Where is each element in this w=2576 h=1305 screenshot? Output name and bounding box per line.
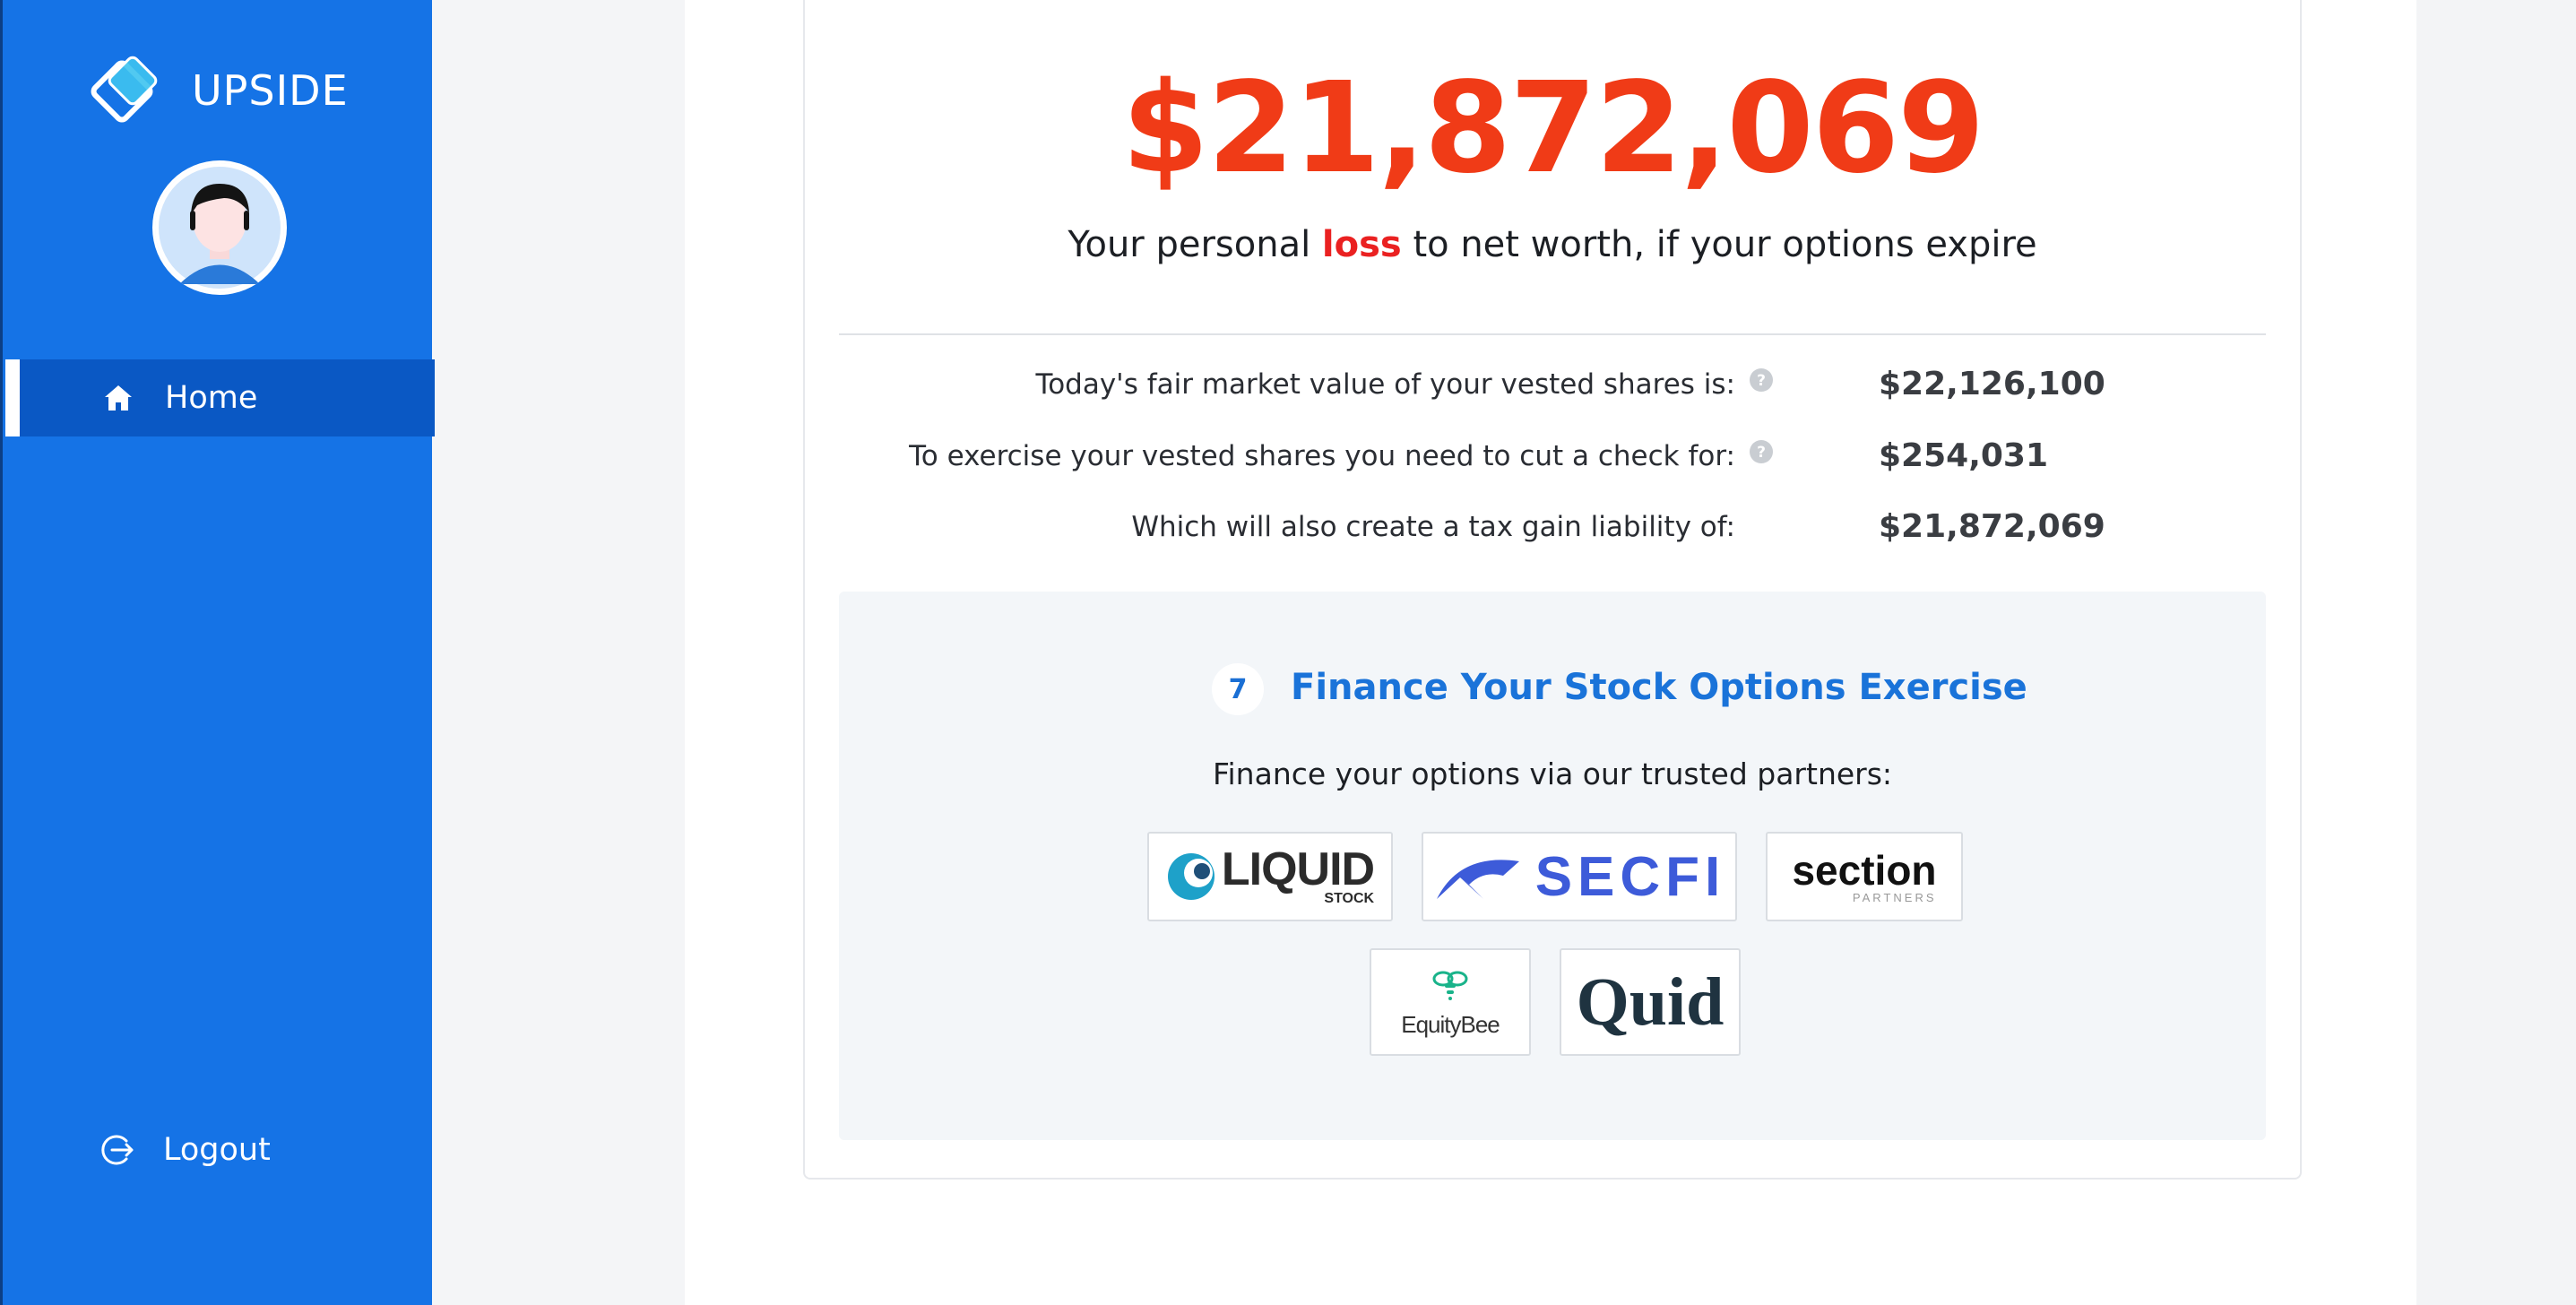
partner-name: section [1792, 850, 1936, 891]
partner-name: SECFI [1534, 845, 1726, 908]
row-value: $254,031 [1879, 437, 2049, 474]
partner-name-text: section [1792, 846, 1937, 894]
row-label: Which will also create a tax gain liabil… [1131, 511, 1735, 543]
home-icon [105, 385, 132, 411]
partner-quid[interactable]: Quid [1560, 948, 1741, 1056]
sidebar-item-label: Home [165, 380, 258, 416]
row-label: Today's fair market value of your vested… [1035, 368, 1735, 401]
finance-section: 7 Finance Your Stock Options Exercise Fi… [839, 592, 2266, 1140]
partner-secfi[interactable]: SECFI [1422, 832, 1737, 921]
finance-title: Finance Your Stock Options Exercise [1291, 667, 2027, 708]
liquid-logo-icon [1167, 853, 1215, 900]
svg-text:?: ? [1757, 372, 1766, 390]
loss-caption-before: Your personal [1068, 224, 1322, 265]
avatar-icon [155, 163, 284, 292]
bee-icon [1432, 971, 1468, 1000]
loss-caption-after: to net worth, if your options expire [1401, 224, 2037, 265]
loss-caption-highlight: loss [1321, 224, 1402, 265]
partner-name: EquityBee [1401, 1010, 1500, 1038]
upside-logo-icon [91, 56, 158, 123]
logout-icon [101, 1135, 134, 1165]
svg-text:?: ? [1757, 444, 1766, 462]
summary-row-exercise-cost: To exercise your vested shares you need … [839, 434, 2266, 479]
avatar[interactable] [152, 160, 287, 295]
sidebar: UPSIDE Home Logout [0, 0, 435, 1305]
row-value: $22,126,100 [1879, 366, 2105, 402]
help-icon[interactable]: ? [1749, 439, 1774, 464]
secfi-logo-icon [1436, 860, 1519, 899]
page-background [2416, 0, 2576, 1305]
step-badge: 7 [1212, 663, 1264, 715]
sidebar-item-logout[interactable]: Logout [5, 1111, 435, 1188]
summary-row-tax-liability: Which will also create a tax gain liabil… [839, 505, 2266, 549]
partner-equitybee[interactable]: EquityBee [1370, 948, 1531, 1056]
divider [839, 333, 2266, 335]
loss-caption: Your personal loss to net worth, if your… [803, 224, 2302, 265]
brand-name: UPSIDE [192, 66, 349, 115]
row-label: To exercise your vested shares you need … [909, 440, 1735, 472]
loss-amount: $21,872,069 [1121, 56, 1984, 202]
partner-name: LIQUID [1221, 843, 1375, 895]
partner-liquid-stock[interactable]: LIQUID STOCK [1147, 832, 1393, 921]
finance-subtitle: Finance your options via our trusted par… [1212, 756, 1893, 791]
sidebar-item-label: Logout [163, 1132, 271, 1168]
brand[interactable]: UPSIDE [88, 52, 349, 129]
sidebar-item-home[interactable]: Home [5, 359, 435, 436]
partner-name: Quid [1576, 964, 1725, 1040]
partner-section-partners[interactable]: section PARTNERS [1766, 832, 1963, 921]
summary-row-fair-market-value: Today's fair market value of your vested… [839, 362, 2266, 407]
row-value: $21,872,069 [1879, 508, 2105, 545]
help-icon[interactable]: ? [1749, 367, 1774, 393]
